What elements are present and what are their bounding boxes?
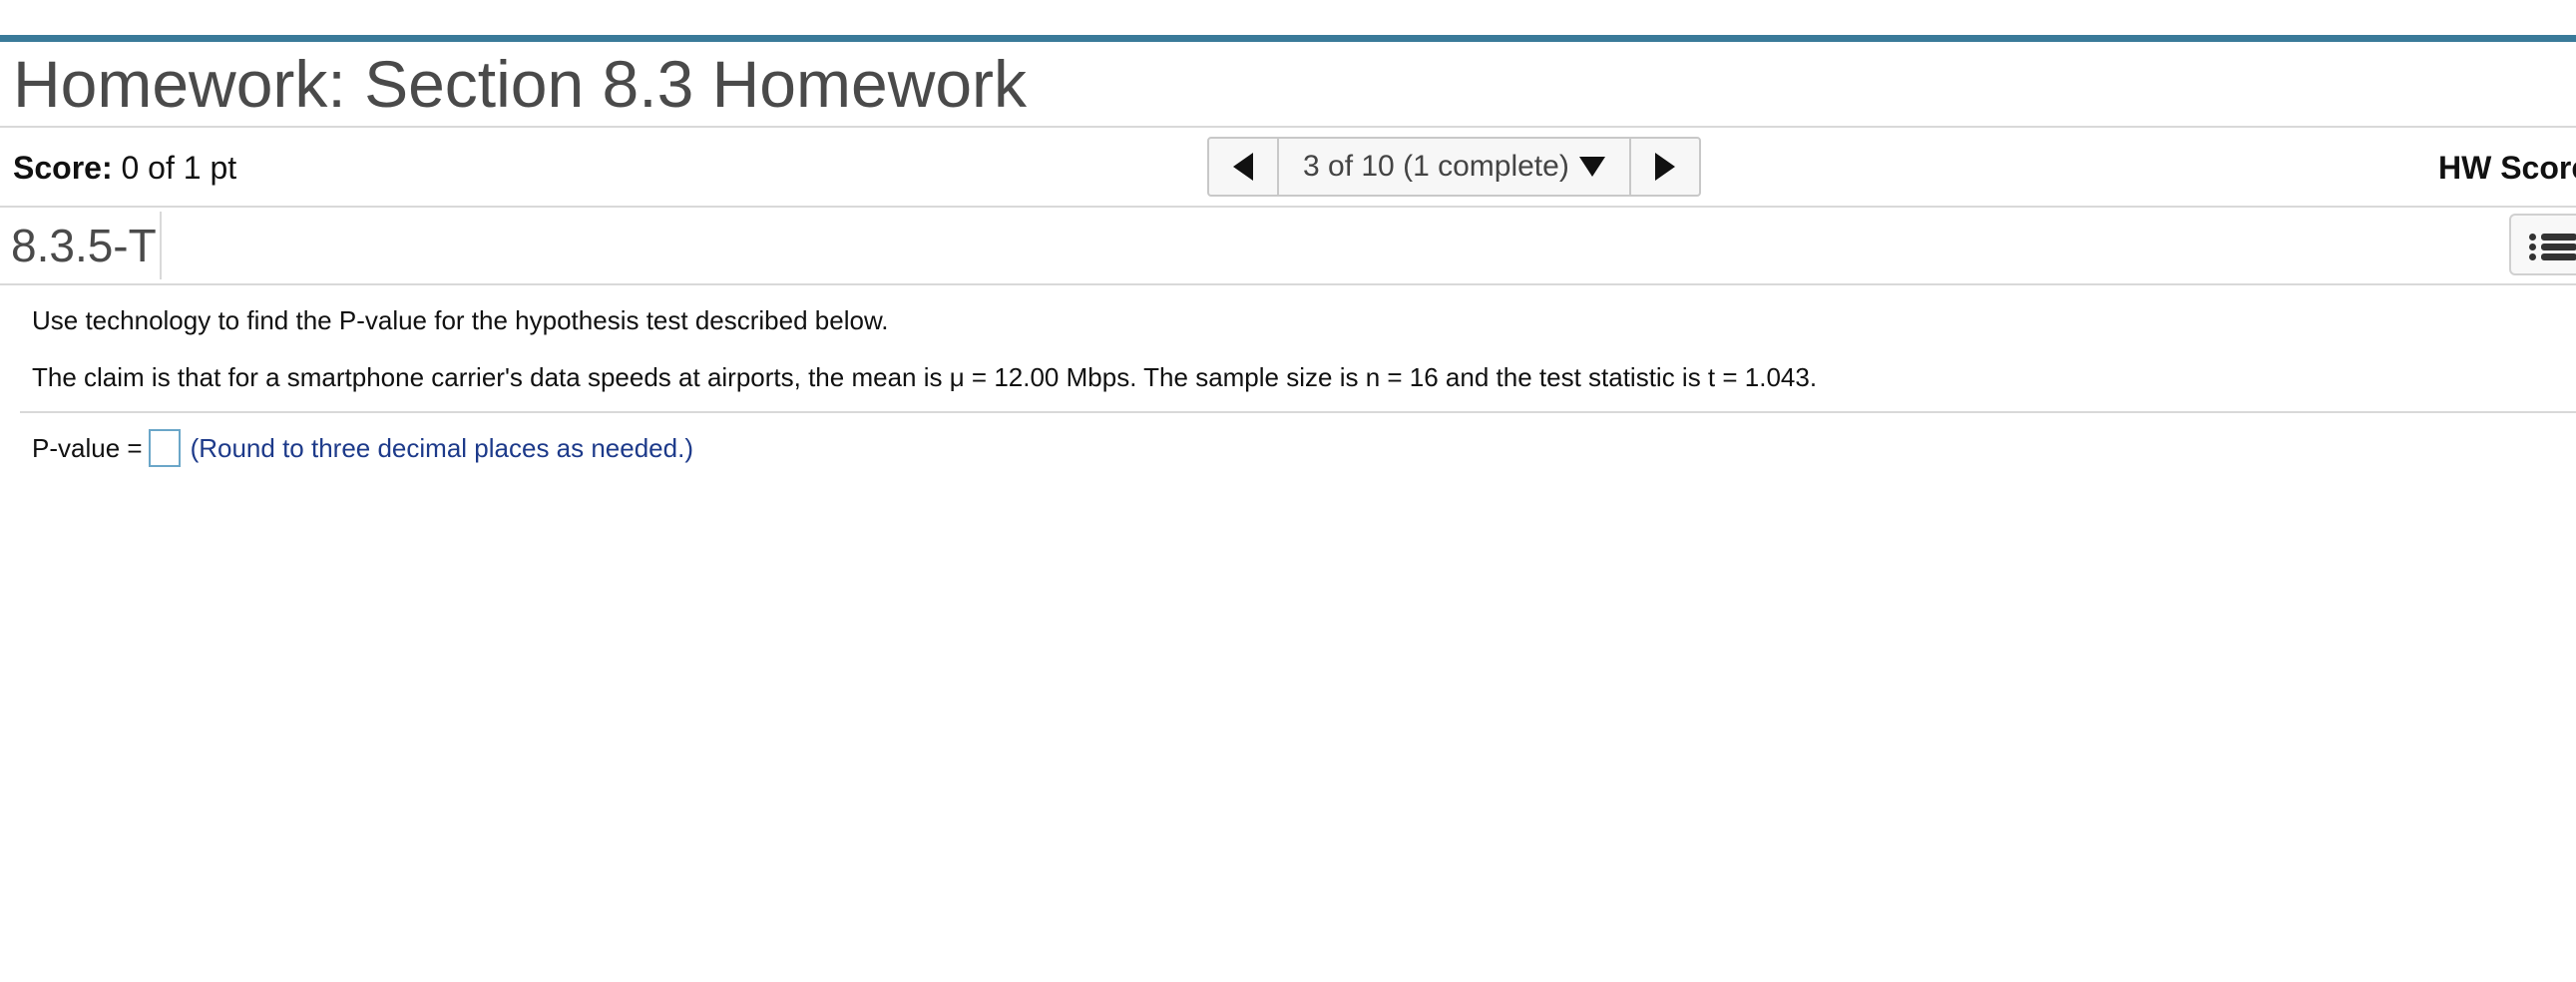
question-instructions: Use technology to find the P-value for t… xyxy=(32,305,889,335)
divider xyxy=(0,206,2576,208)
score-value: 0 of 1 pt xyxy=(112,150,237,186)
hw-score-label: HW Score xyxy=(2438,150,2576,186)
page-title: Homework: Section 8.3 Homework xyxy=(13,47,1028,121)
p-value-input[interactable] xyxy=(148,429,181,467)
divider xyxy=(0,283,2576,285)
question-navigator: 3 of 10 (1 complete) xyxy=(1207,137,1701,197)
question-select-dropdown[interactable]: 3 of 10 (1 complete) xyxy=(1279,139,1629,195)
answer-row: P-value = (Round to three decimal places… xyxy=(32,428,693,468)
answer-label: P-value = xyxy=(32,432,143,463)
homework-page: Homework: Section 8.3 Homework Score: 0 … xyxy=(0,0,2576,982)
question-claim: The claim is that for a smartphone carri… xyxy=(32,362,1818,392)
question-id: 8.3.5-T xyxy=(11,220,157,271)
previous-question-button[interactable] xyxy=(1209,139,1279,195)
next-question-button[interactable] xyxy=(1628,139,1699,195)
triangle-down-icon xyxy=(1578,157,1605,177)
question-id-divider xyxy=(160,212,162,279)
accent-bar xyxy=(0,35,2576,42)
divider xyxy=(0,126,2576,128)
score-label: Score: xyxy=(13,150,113,186)
answer-hint: (Round to three decimal places as needed… xyxy=(190,432,693,463)
triangle-right-icon xyxy=(1654,153,1675,181)
triangle-left-icon xyxy=(1233,153,1253,181)
score-display: Score: 0 of 1 pt xyxy=(13,148,236,188)
question-list-button[interactable] xyxy=(2509,214,2576,275)
question-position-text: 3 of 10 (1 complete) xyxy=(1303,150,1569,183)
divider xyxy=(20,411,2576,413)
